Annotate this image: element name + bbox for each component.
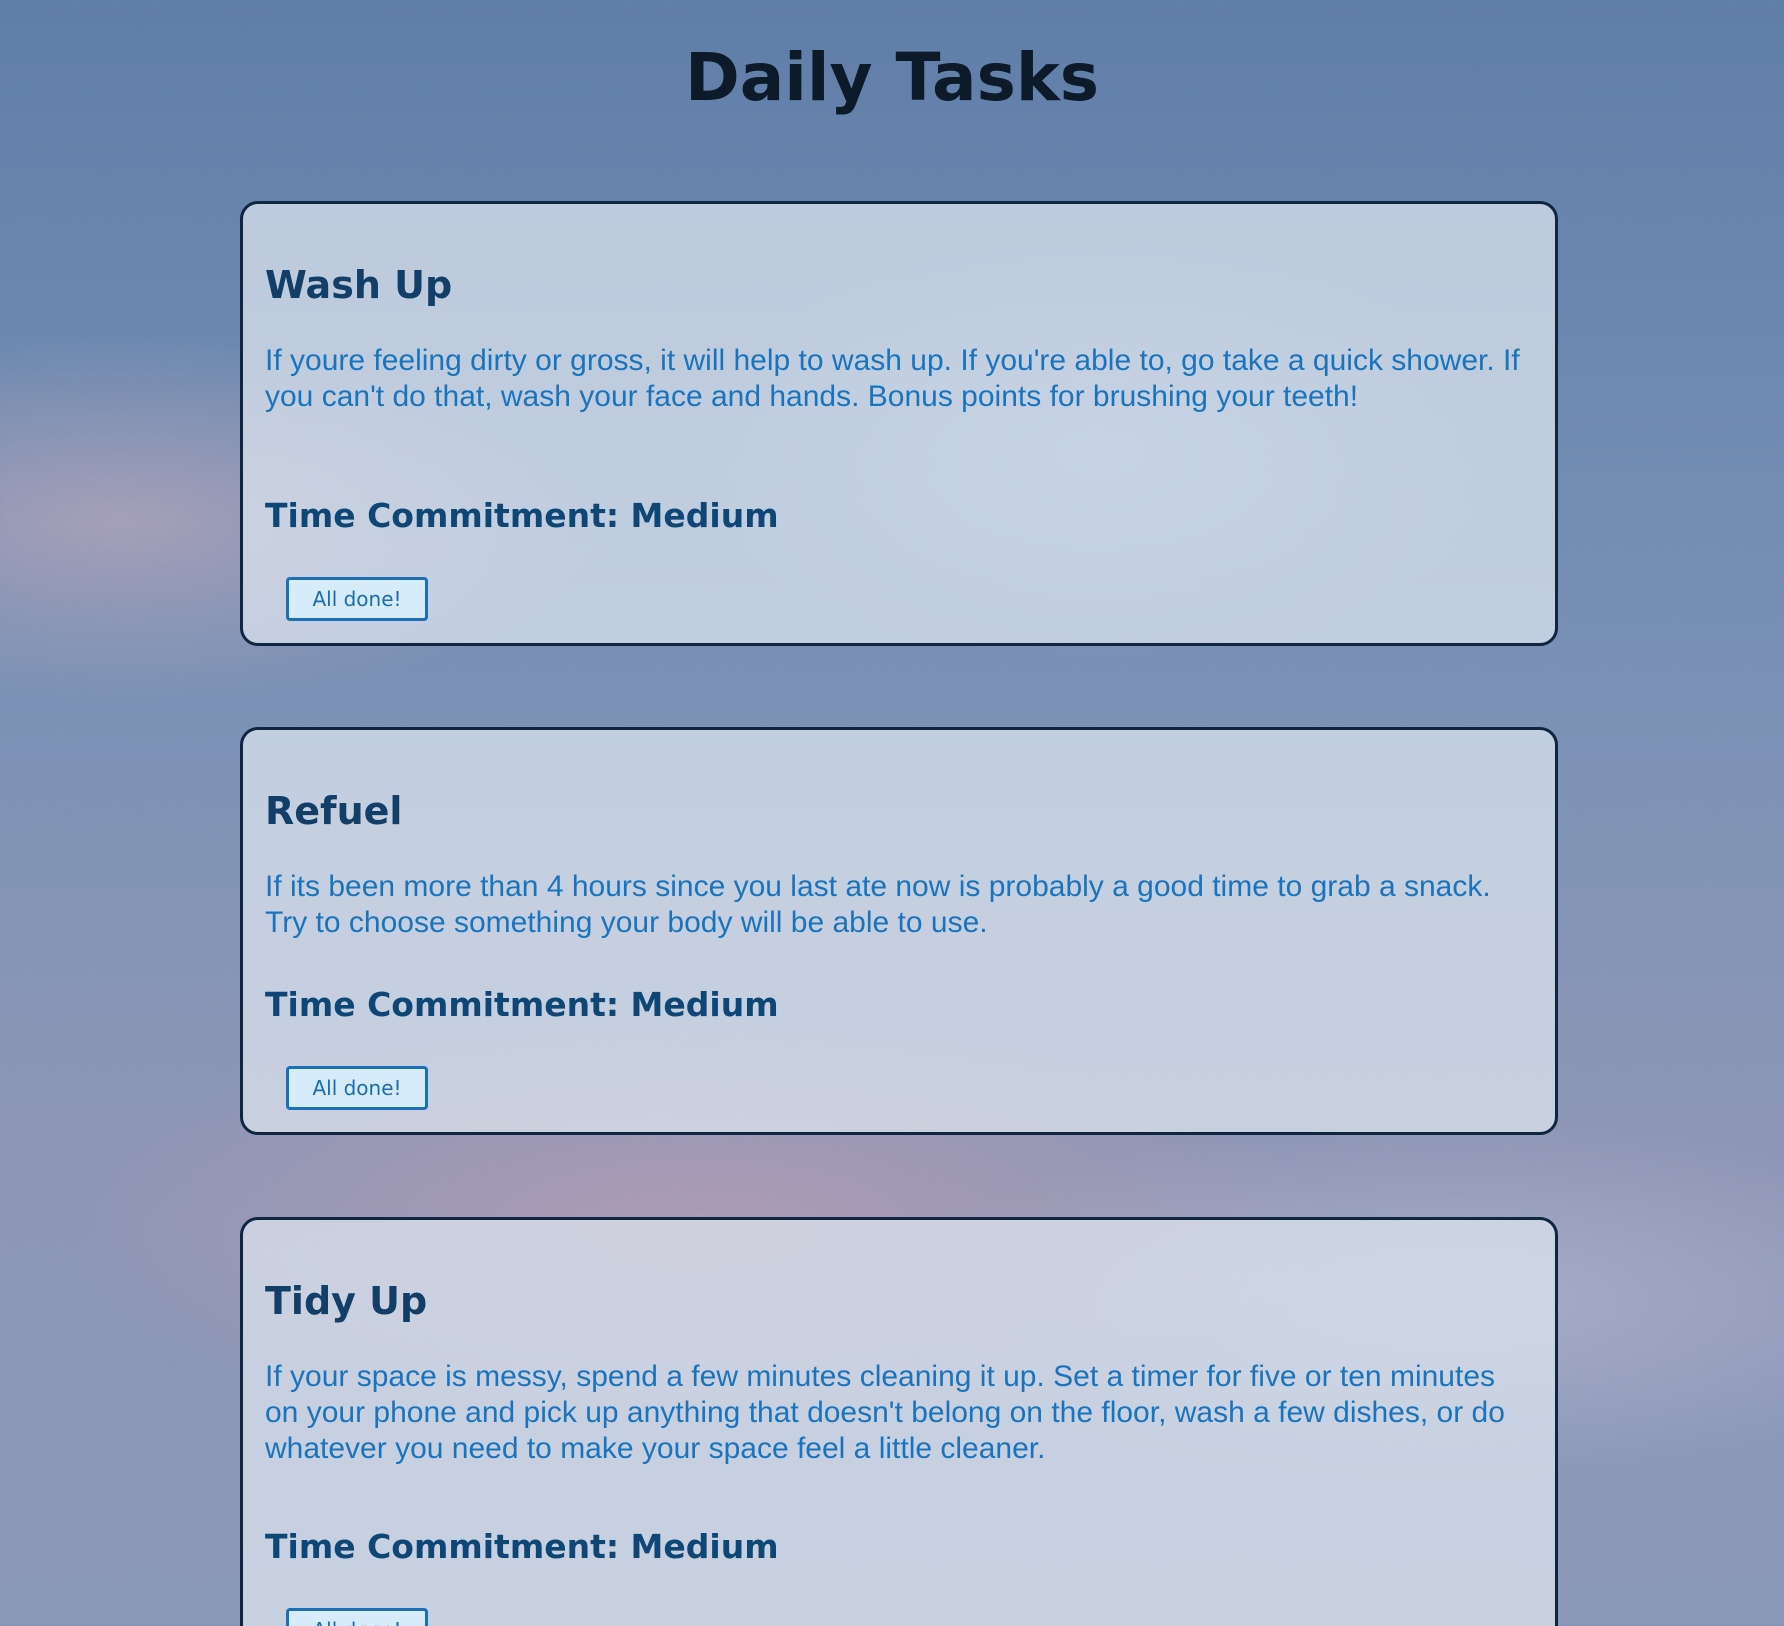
all-done-button[interactable]: All done!: [286, 1608, 428, 1626]
page: { "page": { "title": "Daily Tasks" }, "t…: [0, 0, 1784, 1626]
task-title: Tidy Up: [265, 1279, 428, 1323]
page-title: Daily Tasks: [684, 39, 1100, 116]
task-title: Refuel: [265, 789, 403, 833]
time-commitment: Time Commitment: Medium: [265, 496, 779, 535]
task-card-refuel: Refuel If its been more than 4 hours sin…: [240, 727, 1558, 1135]
task-title: Wash Up: [265, 263, 453, 307]
task-card-wash-up: Wash Up If youre feeling dirty or gross,…: [240, 201, 1558, 646]
task-description: If your space is messy, spend a few minu…: [265, 1360, 1505, 1465]
time-commitment: Time Commitment: Medium: [265, 1527, 779, 1566]
task-description: If its been more than 4 hours since you …: [265, 870, 1491, 939]
time-commitment: Time Commitment: Medium: [265, 985, 779, 1024]
all-done-button[interactable]: All done!: [286, 577, 428, 621]
task-card-tidy-up: Tidy Up If your space is messy, spend a …: [240, 1217, 1558, 1626]
task-description: If youre feeling dirty or gross, it will…: [265, 344, 1520, 413]
all-done-button[interactable]: All done!: [286, 1066, 428, 1110]
